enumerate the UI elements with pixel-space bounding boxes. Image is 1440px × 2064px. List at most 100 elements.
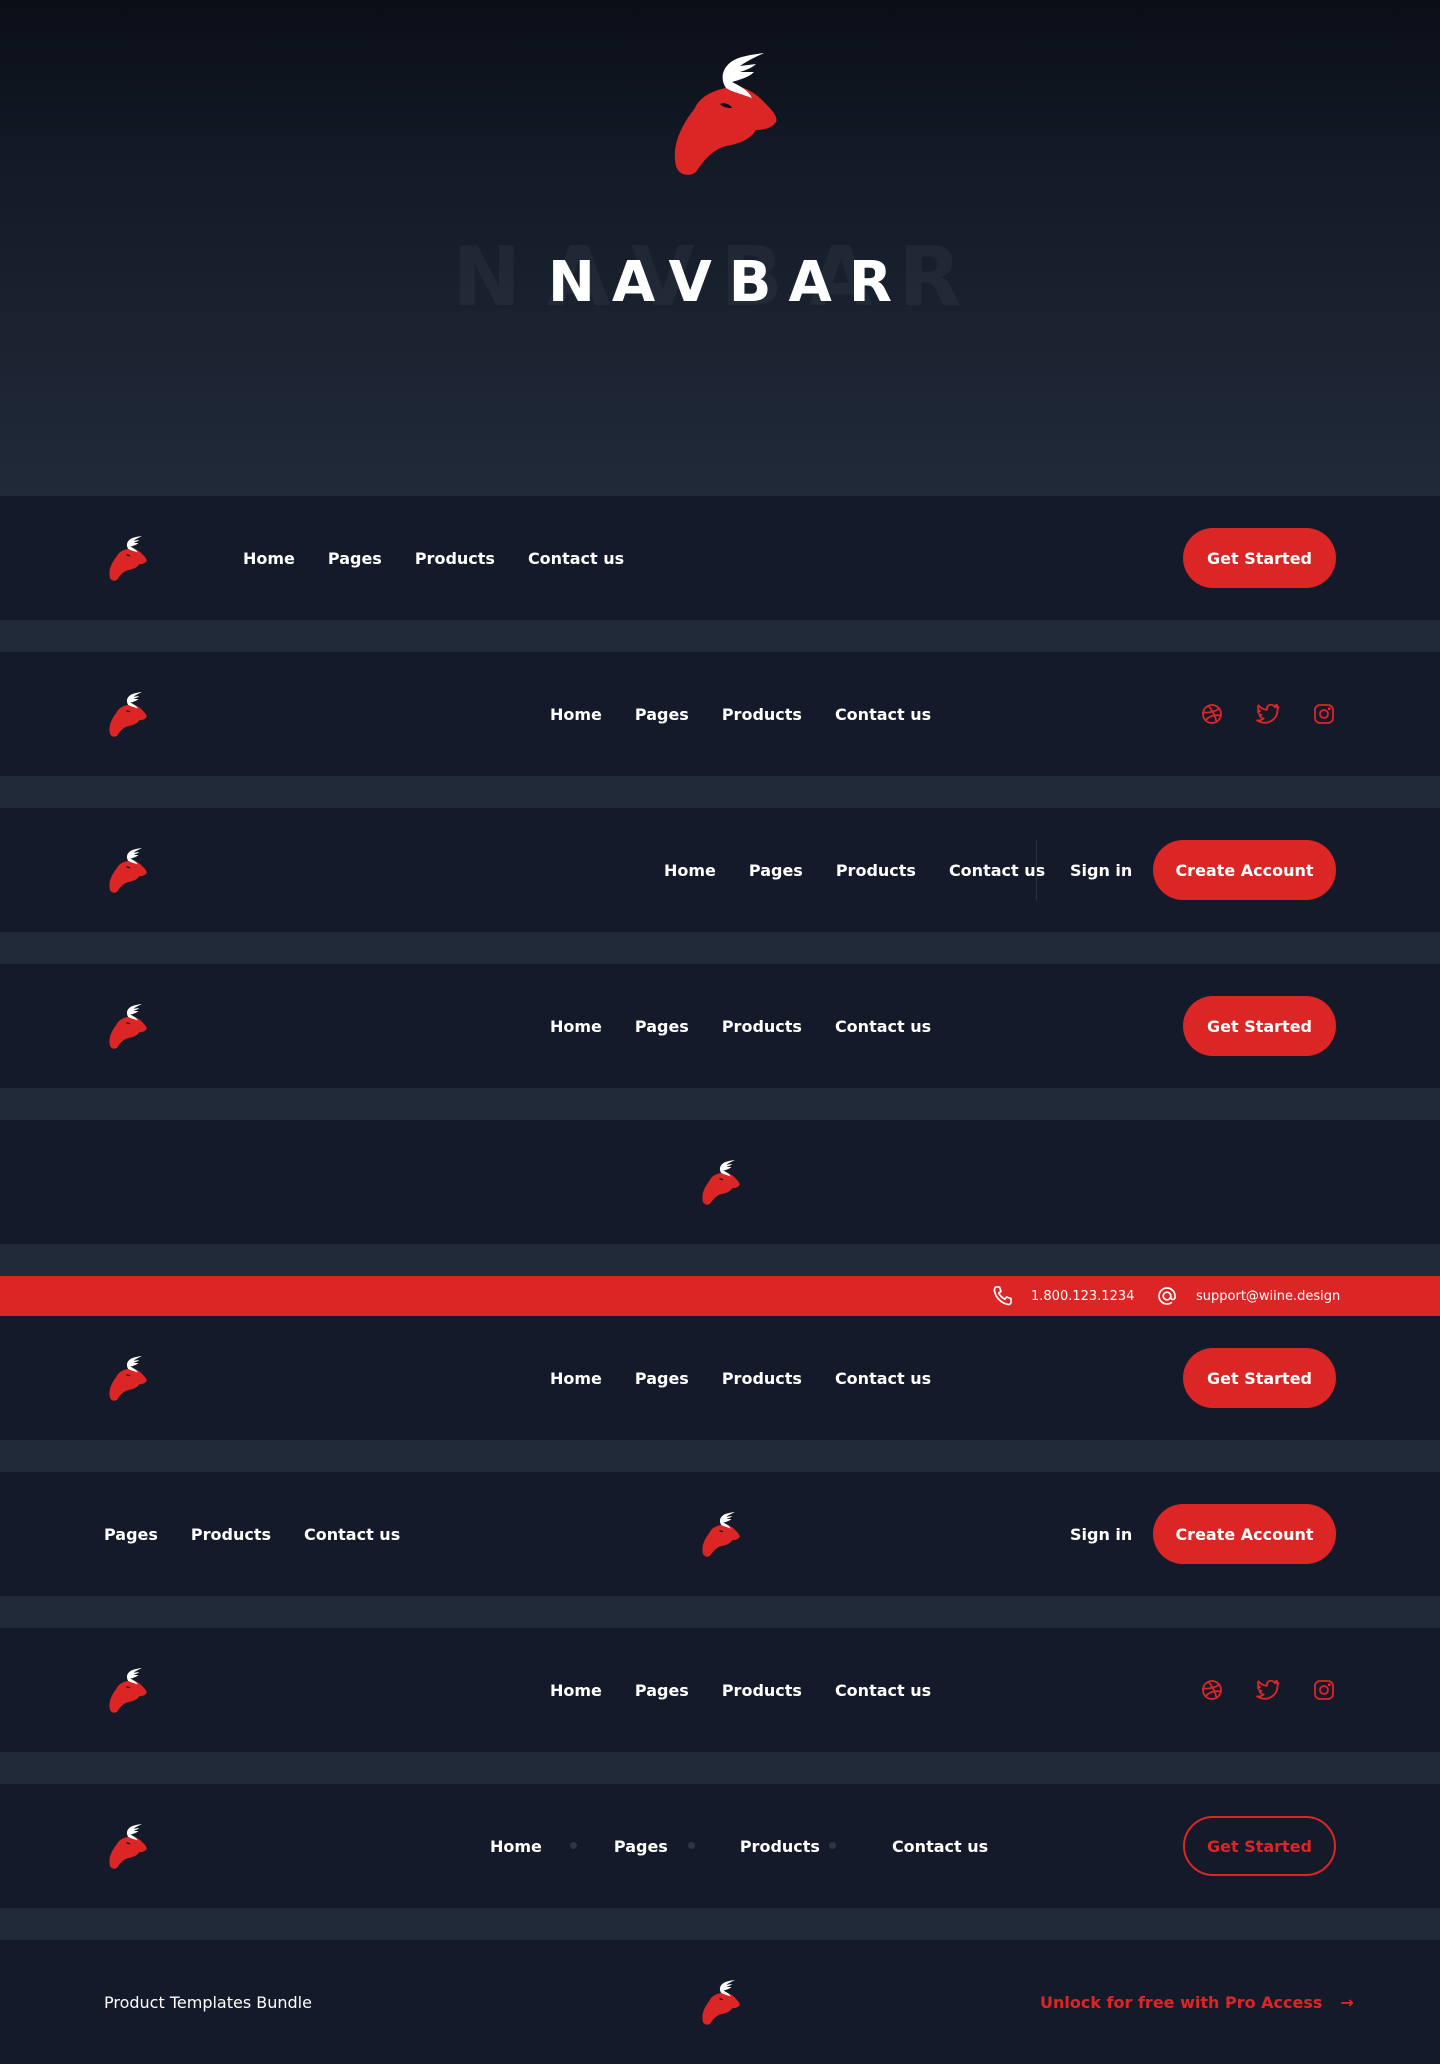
nav-link-products[interactable]: Products xyxy=(836,861,916,880)
separator-dot xyxy=(570,1842,577,1849)
bull-head-logo-icon xyxy=(109,1824,147,1869)
contact-topbar: 1.800.123.1234 support@wiine.design xyxy=(0,1276,1440,1316)
logo[interactable] xyxy=(697,1158,741,1206)
bull-head-logo-icon xyxy=(109,1356,147,1401)
nav-link-contact[interactable]: Contact us xyxy=(892,1837,988,1856)
nav-link-products[interactable]: Products xyxy=(722,1681,802,1700)
nav-link-home[interactable]: Home xyxy=(664,861,716,880)
separator-dot xyxy=(829,1842,836,1849)
nav-links: Home Pages Products Contact us xyxy=(243,496,624,620)
twitter-icon[interactable] xyxy=(1256,1678,1280,1702)
nav-link-products[interactable]: Products xyxy=(740,1837,820,1856)
instagram-icon[interactable] xyxy=(1312,1678,1336,1702)
nav-link-pages[interactable]: Pages xyxy=(104,1525,158,1544)
nav-link-products[interactable]: Products xyxy=(722,1017,802,1036)
get-started-button[interactable]: Get Started xyxy=(1183,1816,1336,1876)
nav-link-home[interactable]: Home xyxy=(490,1837,542,1856)
nav-link-home[interactable]: Home xyxy=(243,549,295,568)
nav-link-pages[interactable]: Pages xyxy=(635,1681,689,1700)
bull-head-logo-icon xyxy=(109,1004,147,1049)
navbar-9: Home Pages Products Contact us Get Start… xyxy=(0,1784,1440,1908)
navbar-5 xyxy=(0,1120,1440,1244)
bundle-label: Product Templates Bundle xyxy=(104,1992,312,2012)
nav-link-contact[interactable]: Contact us xyxy=(835,1681,931,1700)
nav-link-home[interactable]: Home xyxy=(550,1369,602,1388)
bull-head-logo-icon xyxy=(674,53,777,175)
sign-in-link[interactable]: Sign in xyxy=(1070,808,1132,932)
nav-links: Home Pages Products Contact us xyxy=(490,1784,988,1908)
nav-link-contact[interactable]: Contact us xyxy=(528,549,624,568)
nav-link-products[interactable]: Products xyxy=(722,1369,802,1388)
phone-number[interactable]: 1.800.123.1234 xyxy=(1031,1276,1134,1316)
nav-link-home[interactable]: Home xyxy=(550,1017,602,1036)
get-started-button[interactable]: Get Started xyxy=(1183,528,1336,588)
create-account-button[interactable]: Create Account xyxy=(1153,1504,1336,1564)
support-email[interactable]: support@wiine.design xyxy=(1196,1276,1340,1316)
nav-link-home[interactable]: Home xyxy=(550,1681,602,1700)
unlock-link-label[interactable]: Unlock for free with Pro Access xyxy=(1040,1993,1322,2012)
sign-in-link[interactable]: Sign in xyxy=(1070,1472,1132,1596)
bull-head-logo-icon xyxy=(109,692,147,737)
nav-link-products[interactable]: Products xyxy=(722,705,802,724)
divider xyxy=(1036,840,1037,900)
logo[interactable] xyxy=(104,690,148,738)
bull-head-logo-icon xyxy=(109,1668,147,1713)
hero-title: NAVBAR xyxy=(548,250,909,315)
phone-icon xyxy=(991,1284,1015,1308)
nav-links: Home Pages Products Contact us xyxy=(550,652,931,776)
logo[interactable] xyxy=(104,534,148,582)
logo[interactable] xyxy=(104,1666,148,1714)
nav-link-pages[interactable]: Pages xyxy=(749,861,803,880)
hero-section: NAVBAR NAVBAR xyxy=(0,0,1440,496)
footer-bar: Product Templates Bundle Unlock for free… xyxy=(0,1940,1440,2064)
navbar-8: Home Pages Products Contact us xyxy=(0,1628,1440,1752)
navbar-2: Home Pages Products Contact us xyxy=(0,652,1440,776)
navbar-3: Home Pages Products Contact us Sign in C… xyxy=(0,808,1440,932)
nav-link-contact[interactable]: Contact us xyxy=(835,1017,931,1036)
nav-link-pages[interactable]: Pages xyxy=(614,1837,668,1856)
nav-link-contact[interactable]: Contact us xyxy=(835,1369,931,1388)
get-started-button[interactable]: Get Started xyxy=(1183,1348,1336,1408)
bull-head-logo-icon xyxy=(109,536,147,581)
separator-dot xyxy=(688,1842,695,1849)
nav-link-home[interactable]: Home xyxy=(550,705,602,724)
dribbble-icon[interactable] xyxy=(1200,1678,1224,1702)
nav-link-products[interactable]: Products xyxy=(415,549,495,568)
nav-links: Home Pages Products Contact us xyxy=(550,1628,931,1752)
logo[interactable] xyxy=(104,846,148,894)
logo[interactable] xyxy=(104,1354,148,1402)
bull-logo-large xyxy=(660,48,780,178)
nav-links: Home Pages Products Contact us xyxy=(664,808,1045,932)
nav-link-pages[interactable]: Pages xyxy=(328,549,382,568)
nav-link-products[interactable]: Products xyxy=(191,1525,271,1544)
navbar-6: Home Pages Products Contact us Get Start… xyxy=(0,1316,1440,1440)
navbar-7: Pages Products Contact us Sign in Create… xyxy=(0,1472,1440,1596)
nav-link-pages[interactable]: Pages xyxy=(635,705,689,724)
navbar-1: Home Pages Products Contact us Get Start… xyxy=(0,496,1440,620)
nav-links: Home Pages Products Contact us xyxy=(550,1316,931,1440)
twitter-icon[interactable] xyxy=(1256,702,1280,726)
logo[interactable] xyxy=(104,1822,148,1870)
bull-head-logo-icon xyxy=(109,848,147,893)
bull-head-logo-icon xyxy=(702,1160,740,1205)
at-sign-icon xyxy=(1155,1284,1179,1308)
nav-links: Pages Products Contact us xyxy=(104,1472,400,1596)
bull-head-logo-icon xyxy=(702,1980,740,2025)
unlock-link[interactable]: Unlock for free with Pro Access → xyxy=(1040,1940,1354,2064)
bull-head-logo-icon xyxy=(702,1512,740,1557)
create-account-button[interactable]: Create Account xyxy=(1153,840,1336,900)
nav-link-contact[interactable]: Contact us xyxy=(835,705,931,724)
logo[interactable] xyxy=(104,1002,148,1050)
nav-link-contact[interactable]: Contact us xyxy=(304,1525,400,1544)
navbar-4: Home Pages Products Contact us Get Start… xyxy=(0,964,1440,1088)
nav-links: Home Pages Products Contact us xyxy=(550,964,931,1088)
logo[interactable] xyxy=(697,1510,741,1558)
nav-link-pages[interactable]: Pages xyxy=(635,1017,689,1036)
logo[interactable] xyxy=(697,1978,741,2026)
nav-link-contact[interactable]: Contact us xyxy=(949,861,1045,880)
arrow-right-icon: → xyxy=(1340,1992,1354,2012)
dribbble-icon[interactable] xyxy=(1200,702,1224,726)
get-started-button[interactable]: Get Started xyxy=(1183,996,1336,1056)
instagram-icon[interactable] xyxy=(1312,702,1336,726)
nav-link-pages[interactable]: Pages xyxy=(635,1369,689,1388)
